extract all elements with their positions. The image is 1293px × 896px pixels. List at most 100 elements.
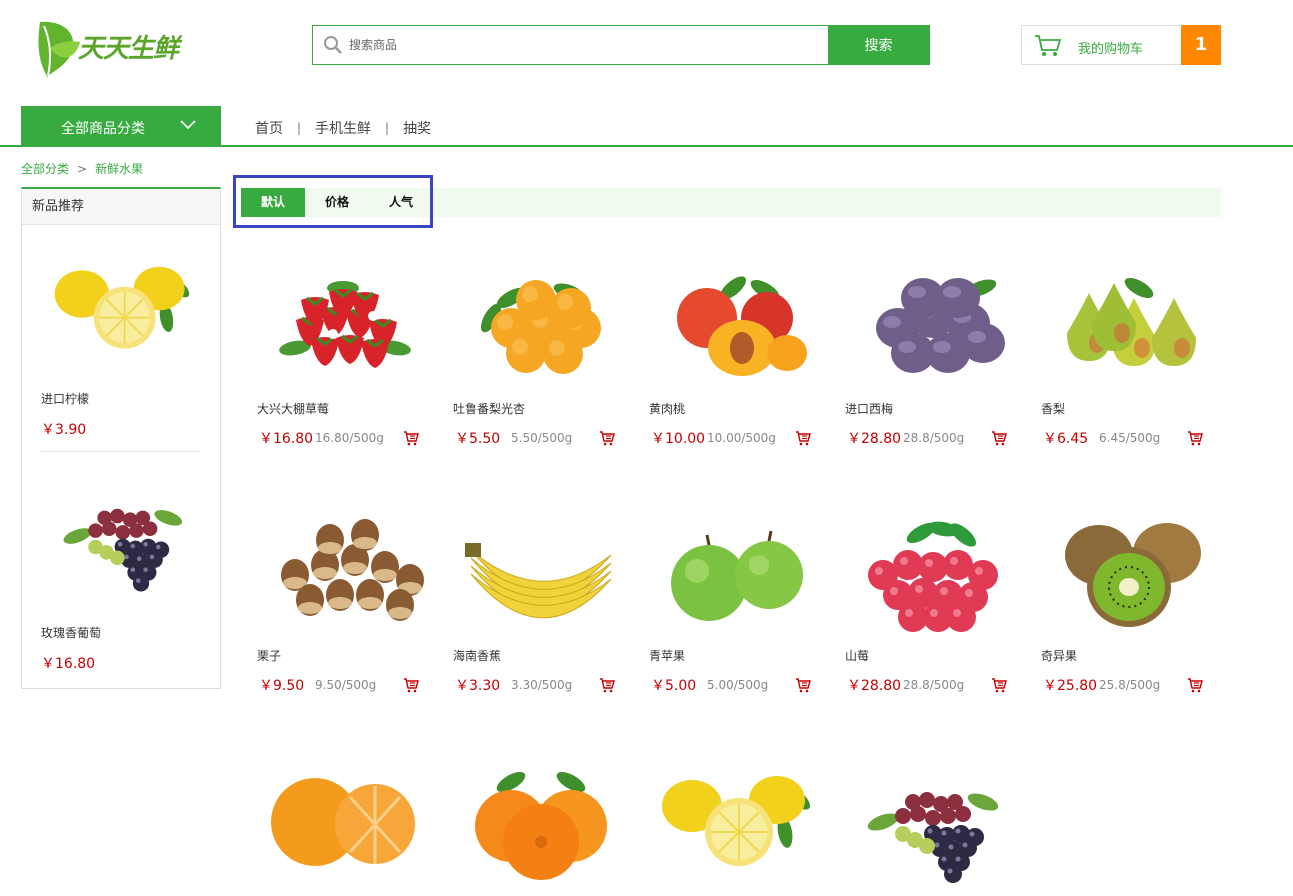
product-price: ￥25.80 [1043,678,1098,694]
product-card[interactable] [843,742,1019,892]
product-unit-price: 16.80/500g [315,431,384,445]
search-input[interactable] [349,26,829,64]
sidebar-item[interactable]: 进口柠檬 ￥3.90 [41,229,201,439]
add-to-cart-icon[interactable] [403,430,419,446]
product-name[interactable]: 海南香蕉 [453,647,501,664]
search-icon [324,36,342,54]
product-name[interactable]: 黄肉桃 [649,400,685,417]
add-to-cart-icon[interactable] [599,430,615,446]
search-box: 搜索 [312,25,930,65]
product-card[interactable]: 香梨 ￥6.45 6.45/500g [1039,248,1215,447]
new-products-sidebar: 新品推荐 进口柠檬 ￥3.90 玫瑰香葡萄 ￥16.80 [21,187,221,689]
product-card[interactable]: 吐鲁番梨光杏 ￥5.50 5.50/500g [451,248,627,447]
product-card[interactable]: 山莓 ￥28.80 28.8/500g [843,495,1019,694]
nav-link-home[interactable]: 首页 [255,118,283,138]
breadcrumb-separator: > [77,162,88,176]
nav-separator: | [385,121,390,135]
search-button[interactable]: 搜索 [828,25,929,65]
nav-link-lottery[interactable]: 抽奖 [403,118,431,138]
product-image[interactable] [1039,495,1215,645]
product-image[interactable] [255,248,431,398]
product-unit-price: 3.30/500g [511,678,573,692]
product-card[interactable]: 海南香蕉 ￥3.30 3.30/500g [451,495,627,694]
product-image[interactable] [451,248,627,398]
nav-separator: | [297,121,302,135]
product-name[interactable]: 香梨 [1041,400,1065,417]
add-to-cart-icon[interactable] [991,677,1007,693]
product-unit-price: 6.45/500g [1099,431,1161,445]
product-name[interactable]: 栗子 [257,647,281,664]
product-price: ￥10.00 [651,431,706,447]
product-unit-price: 9.50/500g [315,678,377,692]
product-card[interactable]: 进口西梅 ￥28.80 28.8/500g [843,248,1019,447]
product-card[interactable]: 黄肉桃 ￥10.00 10.00/500g [647,248,823,447]
breadcrumb: 全部分类 > 新鲜水果 [21,160,143,177]
product-card[interactable]: 栗子 ￥9.50 9.50/500g [255,495,431,694]
nav-link-mobile[interactable]: 手机生鲜 [315,118,371,138]
add-to-cart-icon[interactable] [1187,677,1203,693]
product-card[interactable]: 大兴大棚草莓 ￥16.80 16.80/500g [255,248,431,447]
product-image[interactable] [647,742,823,892]
main-nav: 首页 | 手机生鲜 | 抽奖 [255,118,431,138]
product-price: ￥9.50 [259,678,305,694]
add-to-cart-icon[interactable] [1187,430,1203,446]
chevron-down-icon [180,120,196,130]
leaf-logo-icon [38,21,80,78]
shopping-cart-icon [1035,35,1062,56]
add-to-cart-icon[interactable] [991,430,1007,446]
breadcrumb-root[interactable]: 全部分类 [21,162,69,176]
all-categories-button[interactable]: 全部商品分类 [21,106,221,146]
sidebar-title: 新品推荐 [22,189,220,225]
product-name[interactable]: 玫瑰香葡萄 [41,624,201,641]
product-unit-price: 5.00/500g [707,678,769,692]
product-card[interactable]: 青苹果 ￥5.00 5.00/500g [647,495,823,694]
product-unit-price: 28.8/500g [903,431,965,445]
sidebar-divider [41,451,201,452]
product-card[interactable]: 奇异果 ￥25.80 25.8/500g [1039,495,1215,694]
product-price: ￥3.30 [455,678,501,694]
product-name[interactable]: 山莓 [845,647,869,664]
product-image[interactable] [843,742,1019,892]
product-name[interactable]: 进口西梅 [845,400,893,417]
product-price: ￥5.00 [651,678,697,694]
product-image[interactable] [843,248,1019,398]
product-price: ￥6.45 [1043,431,1089,447]
sidebar-item[interactable]: 玫瑰香葡萄 ￥16.80 [41,459,201,673]
product-image[interactable] [647,248,823,398]
product-image[interactable] [451,495,627,645]
cart-label: 我的购物车 [1078,42,1144,57]
product-price: ￥5.50 [455,431,501,447]
product-image[interactable] [41,229,201,379]
add-to-cart-icon[interactable] [599,677,615,693]
product-image[interactable] [451,742,627,892]
cart-button[interactable]: 我的购物车 1 [1021,25,1221,65]
sort-tabs-highlight-box [233,175,433,228]
product-image[interactable] [1039,248,1215,398]
cart-count-badge: 1 [1181,25,1221,65]
product-image[interactable] [255,742,431,892]
add-to-cart-icon[interactable] [795,677,811,693]
product-price: ￥16.80 [41,656,96,672]
add-to-cart-icon[interactable] [403,677,419,693]
product-name[interactable]: 吐鲁番梨光杏 [453,400,525,417]
product-card[interactable] [255,742,431,892]
product-unit-price: 5.50/500g [511,431,573,445]
product-card[interactable] [647,742,823,892]
product-name[interactable]: 青苹果 [649,647,685,664]
product-name[interactable]: 大兴大棚草莓 [257,400,329,417]
product-name[interactable]: 奇异果 [1041,647,1077,664]
product-image[interactable] [647,495,823,645]
site-logo[interactable]: 天天生鲜 [36,18,196,82]
all-categories-label: 全部商品分类 [61,121,145,137]
nav-divider [0,145,1293,147]
breadcrumb-current[interactable]: 新鲜水果 [95,162,143,176]
product-image[interactable] [843,495,1019,645]
brand-name: 天天生鲜 [78,34,179,64]
product-card[interactable] [451,742,627,892]
product-image[interactable] [255,495,431,645]
product-unit-price: 10.00/500g [707,431,776,445]
product-name[interactable]: 进口柠檬 [41,390,201,407]
add-to-cart-icon[interactable] [795,430,811,446]
product-price: ￥28.80 [847,678,902,694]
product-image[interactable] [41,459,201,604]
